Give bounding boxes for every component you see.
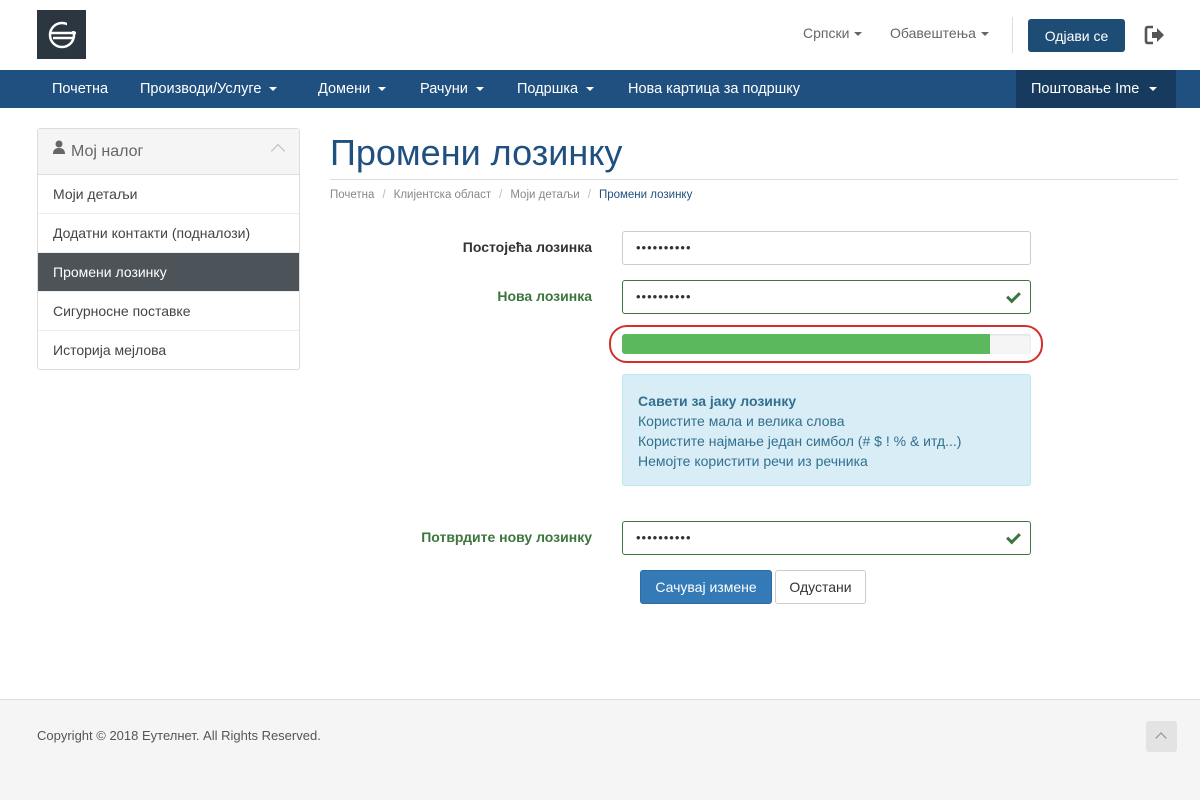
nav-item-home[interactable]: Почетна [52, 70, 108, 108]
sidebar-item-security[interactable]: Сигурносне поставке [38, 292, 299, 331]
account-label: Поштовање Ime [1031, 81, 1140, 97]
breadcrumb-separator: / [499, 189, 503, 201]
save-button[interactable]: Сачувај измене [640, 570, 772, 604]
caret-down-icon [1149, 87, 1158, 92]
tip-line: Немојте користити речи из речника [638, 453, 868, 469]
new-password-field[interactable]: •••••••••• [622, 280, 1031, 314]
logout-button[interactable]: Одјави се [1028, 19, 1125, 52]
current-password-label: Постојећа лозинка [462, 239, 592, 255]
caret-down-icon [854, 32, 863, 37]
breadcrumb-home[interactable]: Почетна [330, 189, 374, 201]
nav-item-billing[interactable]: Рачуни [420, 70, 484, 108]
sign-out-icon[interactable] [1144, 24, 1166, 46]
password-strength-meter [622, 334, 1031, 354]
header-divider [1012, 17, 1013, 53]
confirm-password-value: •••••••••• [636, 530, 692, 545]
caret-down-icon [475, 87, 484, 92]
nav-item-products[interactable]: Производи/Услуге [140, 70, 278, 108]
logo[interactable] [37, 10, 86, 59]
tip-line: Користите мала и велика слова [638, 413, 845, 429]
nav-item-label: Почетна [52, 81, 109, 97]
breadcrumb-separator: / [587, 189, 591, 201]
breadcrumb: Почетна / Клијентска област / Моји детаљи / Пр… [330, 189, 692, 201]
caret-down-icon [378, 87, 387, 92]
breadcrumb-current: Промени лозинку [598, 189, 693, 201]
copyright-text: Copyright © 2018 Еутелнет. All Rights Re… [37, 728, 321, 743]
breadcrumb-client-area[interactable]: Клијентска област [394, 189, 492, 201]
current-password-value: •••••••••• [636, 240, 692, 255]
sidebar-item-email-history[interactable]: Историја мејлова [38, 331, 299, 370]
chevron-up-icon[interactable] [270, 143, 286, 159]
user-icon [53, 127, 65, 173]
nav-item-label: Производи/Услуге [140, 81, 262, 97]
account-sidebar: Мој налог Моји детаљи Додатни контакти (… [37, 128, 300, 370]
nav-item-label: Домени [318, 81, 371, 97]
caret-down-icon [269, 87, 278, 92]
new-password-label: Нова лозинка [497, 288, 592, 304]
nav-item-support[interactable]: Подршка [517, 70, 595, 108]
back-to-top-button[interactable] [1146, 721, 1177, 752]
nav-item-domains[interactable]: Домени [318, 70, 387, 108]
check-icon [1006, 529, 1021, 545]
check-icon [1006, 288, 1021, 304]
sidebar-item-my-details[interactable]: Моји детаљи [38, 175, 299, 214]
tip-line: Користите најмање један симбол (# $ ! % … [638, 433, 962, 449]
password-tips-box: Савети за јаку лозинку Користите мала и … [622, 374, 1031, 486]
page-title: Промени лозинку [330, 132, 623, 173]
nav-item-label: Подршка [517, 81, 579, 97]
logo-icon [48, 19, 79, 48]
sidebar-header[interactable]: Мој налог [38, 129, 299, 175]
nav-item-new-ticket[interactable]: Нова картица за подршку [628, 70, 800, 108]
notifications-dropdown[interactable]: Обавештења [890, 25, 989, 41]
breadcrumb-separator: / [382, 189, 386, 201]
nav-item-label: Рачуни [420, 81, 468, 97]
sidebar-title: Мој налог [71, 143, 144, 161]
confirm-password-label: Потврдите нову лозинку [421, 529, 592, 545]
sidebar-item-contacts[interactable]: Додатни контакти (подналози) [38, 214, 299, 253]
notifications-label: Обавештења [890, 25, 976, 41]
caret-down-icon [586, 87, 595, 92]
main-navbar: Почетна Производи/Услуге Домени Рачуни П… [0, 70, 1200, 108]
confirm-password-field[interactable]: •••••••••• [622, 521, 1031, 555]
title-divider [330, 179, 1178, 180]
new-password-value: •••••••••• [636, 289, 692, 304]
password-strength-fill [622, 334, 991, 354]
breadcrumb-my-details[interactable]: Моји детаљи [510, 189, 579, 201]
current-password-field[interactable]: •••••••••• [622, 231, 1031, 265]
language-dropdown[interactable]: Српски [803, 25, 863, 41]
language-label: Српски [803, 25, 850, 41]
header: Српски Обавештења Одјави се [0, 0, 1200, 70]
tips-title: Савети за јаку лозинку [638, 393, 797, 409]
footer: Copyright © 2018 Еутелнет. All Rights Re… [0, 699, 1200, 800]
sidebar-item-change-password[interactable]: Промени лозинку [38, 253, 299, 292]
account-dropdown[interactable]: Поштовање Ime [1016, 70, 1176, 108]
nav-item-label: Нова картица за подршку [628, 81, 801, 97]
cancel-button[interactable]: Одустани [775, 570, 866, 604]
caret-down-icon [980, 32, 989, 37]
chevron-up-icon [1155, 732, 1167, 744]
